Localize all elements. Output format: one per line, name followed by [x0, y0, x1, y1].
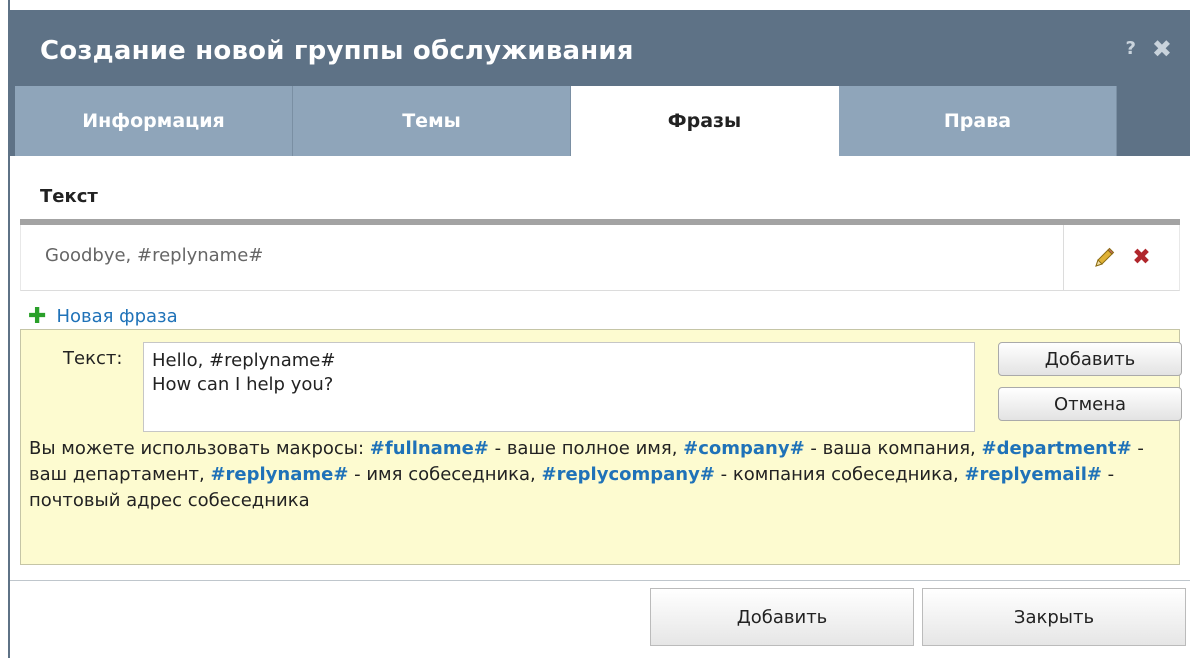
plus-icon: ✚: [28, 303, 47, 329]
phrase-text: Goodbye, #replyname#: [45, 245, 264, 266]
macro-fullname-desc: - ваше полное имя,: [488, 438, 684, 459]
pencil-icon[interactable]: [1092, 246, 1116, 270]
macro-company-desc: - ваша компания,: [804, 438, 982, 459]
macros-help: Вы можете использовать макросы: #fullnam…: [29, 436, 1169, 514]
tab-bar: Информация Темы Фразы Права: [15, 86, 1117, 156]
phrase-editor: Текст: Добавить Отмена Вы можете использ…: [20, 329, 1182, 565]
macro-company: #company#: [683, 438, 805, 459]
editor-cancel-button[interactable]: Отмена: [998, 387, 1182, 421]
macro-replycompany-desc: - компания собеседника,: [714, 464, 965, 485]
column-header-text: Текст: [40, 186, 98, 207]
new-phrase-link[interactable]: ✚ Новая фраза: [28, 303, 178, 329]
macros-intro: Вы можете использовать макросы:: [29, 438, 370, 459]
tab-content: Текст Goodbye, #replyname# ✖ ✚ Новая фра…: [10, 156, 1190, 658]
macro-replycompany: #replycompany#: [541, 464, 715, 485]
left-border: [0, 0, 10, 658]
tab-permissions[interactable]: Права: [839, 86, 1117, 156]
phrase-actions: ✖: [1063, 225, 1179, 290]
tab-topics[interactable]: Темы: [293, 86, 571, 156]
tab-phrases[interactable]: Фразы: [571, 86, 839, 156]
title-actions: ? ✖: [1125, 37, 1172, 61]
service-group-dialog: Создание новой группы обслуживания ? ✖ И…: [0, 0, 1190, 658]
editor-text-label: Текст:: [63, 348, 123, 369]
new-phrase-label[interactable]: Новая фраза: [56, 306, 177, 327]
phrase-text-input[interactable]: [143, 342, 975, 432]
close-icon[interactable]: ✖: [1152, 37, 1172, 61]
help-icon[interactable]: ?: [1125, 38, 1135, 59]
phrase-row: Goodbye, #replyname# ✖: [20, 225, 1180, 291]
editor-add-button[interactable]: Добавить: [998, 342, 1182, 376]
macro-fullname: #fullname#: [369, 438, 489, 459]
footer-add-button[interactable]: Добавить: [650, 588, 914, 646]
macro-replyemail: #replyemail#: [964, 464, 1102, 485]
delete-icon[interactable]: ✖: [1132, 246, 1150, 269]
footer-close-button[interactable]: Закрыть: [922, 588, 1186, 646]
footer-divider: [10, 580, 1190, 581]
macro-replyname-desc: - имя собеседника,: [348, 464, 542, 485]
tab-information[interactable]: Информация: [15, 86, 293, 156]
dialog-title: Создание новой группы обслуживания: [40, 36, 634, 66]
macro-replyname: #replyname#: [210, 464, 349, 485]
macro-department: #department#: [981, 438, 1132, 459]
